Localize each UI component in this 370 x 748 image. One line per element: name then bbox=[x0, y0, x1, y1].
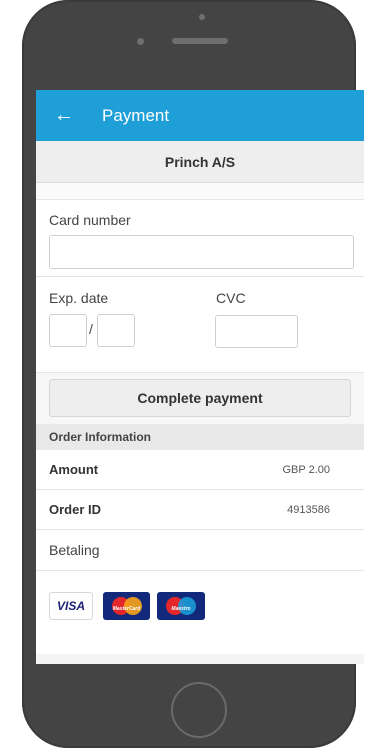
camera-dot bbox=[137, 38, 144, 45]
order-info-header: Order Information bbox=[36, 424, 364, 450]
speaker-slot bbox=[172, 38, 228, 44]
card-logos: VISA MasterCard Maestro bbox=[36, 571, 364, 654]
amount-value: GBP 2.00 bbox=[282, 463, 331, 476]
card-number-label: Card number bbox=[49, 212, 131, 228]
cvc-input[interactable] bbox=[215, 315, 298, 348]
merchant-name: Princh A/S bbox=[36, 141, 364, 183]
sensor-dot bbox=[199, 14, 205, 20]
exp-separator: / bbox=[89, 321, 93, 337]
app-bar: ← Payment bbox=[36, 90, 364, 141]
phone-screen: ← Payment Princh A/S Card number Exp. da… bbox=[36, 90, 364, 664]
arrow-left-icon[interactable]: ← bbox=[44, 104, 84, 127]
betaling-label: Betaling bbox=[36, 530, 364, 571]
payment-action-row: Complete payment bbox=[36, 373, 364, 424]
spacer-row bbox=[36, 183, 364, 200]
home-button[interactable] bbox=[171, 682, 227, 738]
exp-date-label: Exp. date bbox=[49, 290, 109, 306]
card-number-section: Card number bbox=[36, 200, 364, 277]
visa-logo: VISA bbox=[49, 592, 93, 620]
exp-month-input[interactable] bbox=[49, 314, 87, 347]
mastercard-logo: MasterCard bbox=[103, 592, 150, 620]
complete-payment-button[interactable]: Complete payment bbox=[49, 379, 351, 417]
order-row-order-id: Order ID 4913586 bbox=[36, 490, 364, 530]
maestro-logo: Maestro bbox=[157, 592, 205, 620]
page-title: Payment bbox=[102, 105, 170, 125]
order-row-amount: Amount GBP 2.00 bbox=[36, 450, 364, 490]
amount-label: Amount bbox=[49, 462, 99, 477]
cvc-label: CVC bbox=[216, 290, 246, 306]
expiry-cvc-section: Exp. date / CVC bbox=[36, 277, 364, 373]
order-id-label: Order ID bbox=[49, 502, 102, 517]
exp-year-input[interactable] bbox=[97, 314, 135, 347]
card-number-input[interactable] bbox=[49, 235, 354, 269]
order-id-value: 4913586 bbox=[287, 503, 330, 516]
